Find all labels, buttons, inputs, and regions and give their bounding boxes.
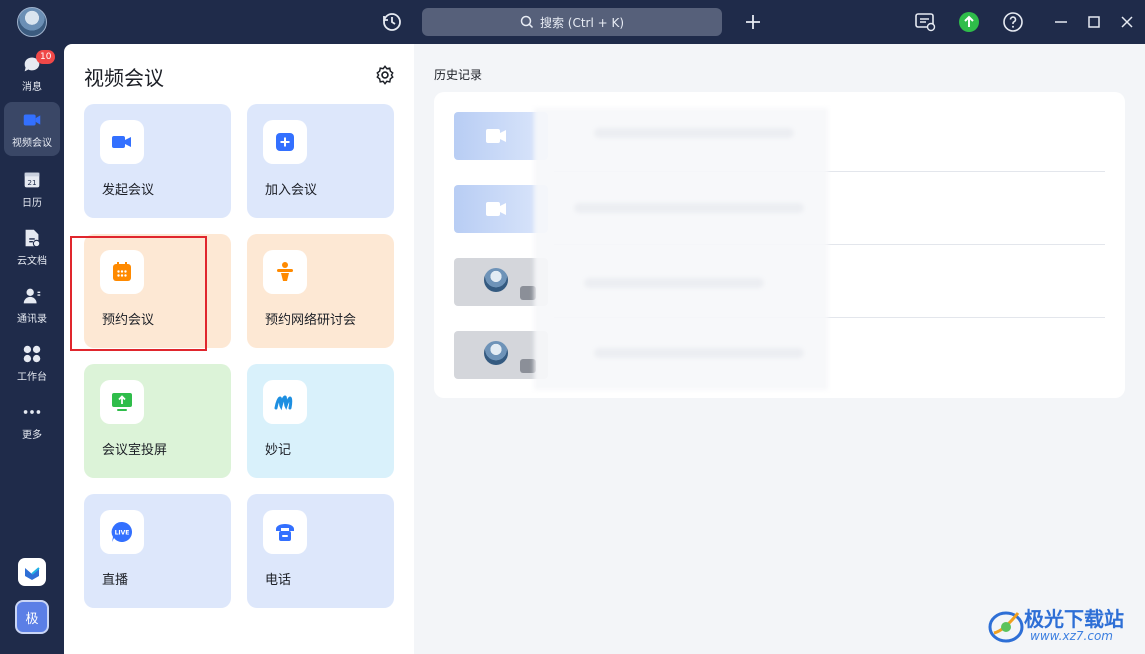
join-meeting-tile[interactable]: 加入会议 bbox=[247, 104, 394, 218]
watermark: 极光下载站 www.xz7.com bbox=[988, 603, 1138, 649]
unread-badge: 10 bbox=[36, 50, 56, 64]
tile-label: 预约网络研讨会 bbox=[265, 313, 357, 328]
history-icon[interactable] bbox=[380, 10, 404, 34]
close-icon[interactable] bbox=[1115, 10, 1139, 34]
minutes-icon-box bbox=[263, 380, 307, 424]
webinar-tile[interactable]: 预约网络研讨会 bbox=[247, 234, 394, 348]
screen-cast-icon bbox=[112, 393, 132, 411]
app-logo-icon bbox=[25, 567, 40, 580]
watermark-logo-icon bbox=[988, 611, 1024, 643]
search-icon bbox=[520, 15, 533, 29]
highlight-box bbox=[70, 236, 207, 351]
nav-label: 工作台 bbox=[17, 372, 47, 383]
nav-item-contacts[interactable]: 通讯录 bbox=[4, 278, 60, 332]
help-icon[interactable] bbox=[1001, 10, 1025, 34]
tile-label: 电话 bbox=[265, 573, 292, 588]
watermark-name: 极光下载站 bbox=[1024, 607, 1124, 631]
phone-icon-box bbox=[263, 510, 307, 554]
plus-icon[interactable] bbox=[741, 10, 765, 34]
participant-avatar bbox=[484, 341, 508, 365]
org-switcher[interactable]: 极 bbox=[15, 600, 49, 634]
nav-item-calendar[interactable]: 21 日历 bbox=[4, 162, 60, 216]
workspace-grid-icon bbox=[23, 345, 41, 363]
live-tile[interactable]: LIVE 直播 bbox=[84, 494, 231, 608]
app-shortcut[interactable] bbox=[18, 558, 46, 586]
page-title: 视频会议 bbox=[84, 66, 164, 90]
start-meeting-tile[interactable]: 发起会议 bbox=[84, 104, 231, 218]
minimize-icon[interactable] bbox=[1049, 10, 1073, 34]
title-bar: 搜索 (Ctrl + K) bbox=[0, 0, 1145, 44]
live-icon: LIVE bbox=[111, 521, 132, 542]
tile-label: 妙记 bbox=[265, 443, 292, 458]
nav-item-workspace[interactable]: 工作台 bbox=[4, 336, 60, 390]
tile-label: 发起会议 bbox=[102, 183, 155, 198]
video-camera-icon bbox=[23, 114, 41, 126]
contacts-icon bbox=[23, 288, 41, 304]
user-avatar[interactable] bbox=[17, 7, 47, 37]
minutes-tile[interactable]: 妙记 bbox=[247, 364, 394, 478]
calendar-icon: 21 bbox=[24, 172, 40, 188]
tile-label: 加入会议 bbox=[265, 183, 318, 198]
nav-label: 消息 bbox=[22, 82, 42, 93]
nav-item-more[interactable]: 更多 bbox=[4, 394, 60, 448]
live-icon-box: LIVE bbox=[100, 510, 144, 554]
phone-tile[interactable]: 电话 bbox=[247, 494, 394, 608]
phone-icon bbox=[276, 524, 294, 541]
nav-label: 更多 bbox=[22, 430, 42, 441]
nav-item-messages[interactable]: 消息 10 bbox=[4, 46, 60, 100]
history-title: 历史记录 bbox=[434, 68, 483, 82]
calendar-day: 21 bbox=[27, 178, 36, 187]
nav-label: 通讯录 bbox=[17, 314, 47, 325]
gear-icon[interactable] bbox=[374, 64, 396, 86]
webinar-icon-box bbox=[263, 250, 307, 294]
upgrade-icon[interactable] bbox=[957, 10, 981, 34]
tile-label: 直播 bbox=[102, 573, 129, 588]
nav-item-video-meeting[interactable]: 视频会议 bbox=[4, 102, 60, 156]
maximize-icon[interactable] bbox=[1082, 10, 1106, 34]
video-camera-icon bbox=[486, 202, 506, 216]
join-meeting-icon bbox=[276, 133, 294, 151]
nav-label: 云文档 bbox=[17, 256, 47, 267]
start-meeting-icon-box bbox=[100, 120, 144, 164]
nav-label: 日历 bbox=[22, 198, 42, 209]
nav-label: 视频会议 bbox=[12, 138, 52, 149]
redacted-region bbox=[534, 108, 828, 390]
join-meeting-icon-box bbox=[263, 120, 307, 164]
cloud-doc-icon bbox=[25, 229, 41, 248]
screen-cast-icon-box bbox=[100, 380, 144, 424]
participant-avatar bbox=[484, 268, 508, 292]
search-bar[interactable]: 搜索 (Ctrl + K) bbox=[422, 8, 722, 36]
left-nav: 消息 10 视频会议 21 日历 云文档 通讯录 工作台 更多 极 bbox=[0, 44, 64, 654]
svg-text:LIVE: LIVE bbox=[115, 530, 130, 537]
meeting-notify-icon[interactable] bbox=[913, 10, 937, 34]
webinar-icon bbox=[277, 262, 293, 281]
start-meeting-icon bbox=[112, 136, 131, 148]
video-camera-icon bbox=[486, 129, 506, 143]
minutes-icon bbox=[274, 395, 293, 411]
more-dots-icon bbox=[23, 410, 41, 414]
nav-item-cloud-docs[interactable]: 云文档 bbox=[4, 220, 60, 274]
screen-cast-tile[interactable]: 会议室投屏 bbox=[84, 364, 231, 478]
watermark-url: www.xz7.com bbox=[1030, 629, 1113, 643]
tile-label: 会议室投屏 bbox=[102, 443, 168, 458]
search-placeholder: 搜索 (Ctrl + K) bbox=[539, 15, 625, 30]
